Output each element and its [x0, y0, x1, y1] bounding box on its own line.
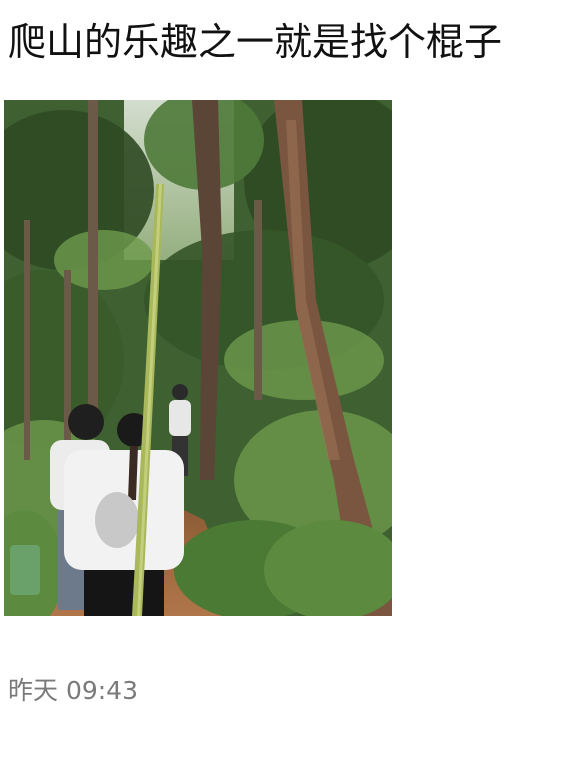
post-timestamp: 昨天 09:43 [8, 676, 138, 705]
post-title: 爬山的乐趣之一就是找个棍子 [8, 20, 503, 64]
post-photo[interactable] [4, 100, 392, 616]
